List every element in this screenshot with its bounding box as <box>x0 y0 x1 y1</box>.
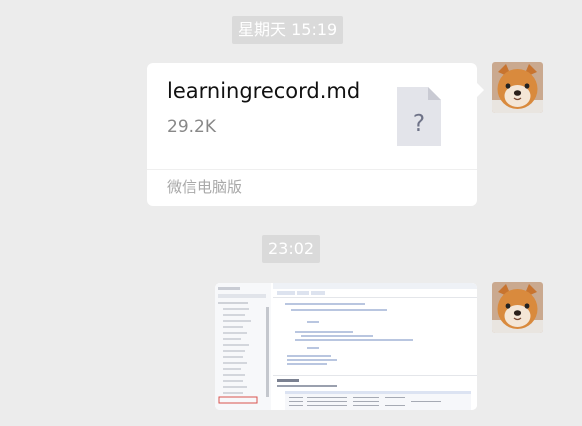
avatar[interactable] <box>492 62 543 113</box>
unknown-file-icon: ? <box>397 87 441 146</box>
screenshot-thumbnail <box>215 283 477 410</box>
card-divider <box>147 169 477 170</box>
shiba-dog-avatar-icon <box>492 62 543 113</box>
timestamp-label: 星期天 15:19 <box>232 16 344 44</box>
file-name: learningrecord.md <box>167 79 361 103</box>
file-source-label: 微信电脑版 <box>167 178 243 196</box>
file-icon-glyph: ? <box>413 111 425 137</box>
file-size: 29.2K <box>167 117 216 137</box>
image-message[interactable] <box>215 283 477 410</box>
file-message-card[interactable]: learningrecord.md 29.2K ? 微信电脑版 <box>147 63 484 206</box>
shiba-dog-avatar-icon <box>492 282 543 333</box>
avatar[interactable] <box>492 282 543 333</box>
timestamp-label: 23:02 <box>262 235 321 263</box>
